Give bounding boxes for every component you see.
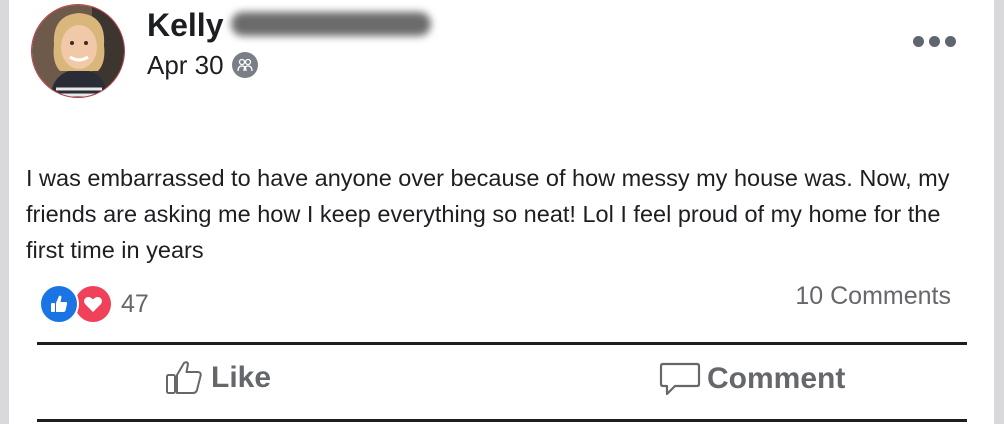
- more-dot-icon: [945, 36, 956, 47]
- more-dot-icon: [929, 36, 940, 47]
- post-meta: Apr 30: [147, 50, 258, 80]
- comment-label: Comment: [707, 362, 846, 395]
- love-reaction-icon: [73, 284, 113, 324]
- redacted-surname: [231, 12, 431, 36]
- like-reaction-icon: [39, 284, 79, 324]
- author-header: Kelly: [147, 6, 431, 46]
- divider: [37, 342, 967, 345]
- post-card: Kelly Apr 30 I was embarrassed to have a…: [9, 0, 994, 424]
- speech-bubble-icon: [659, 362, 701, 396]
- post-date[interactable]: Apr 30: [147, 50, 224, 80]
- avatar[interactable]: [31, 4, 125, 98]
- more-dot-icon: [913, 36, 924, 47]
- more-options-button[interactable]: [913, 36, 956, 47]
- author-name[interactable]: Kelly: [147, 7, 223, 43]
- comment-button[interactable]: Comment: [659, 360, 845, 398]
- reactions-summary[interactable]: 47: [39, 284, 149, 324]
- thumbs-up-icon: [166, 361, 202, 394]
- reaction-count: 47: [121, 289, 149, 318]
- post-text: I was embarrassed to have anyone over be…: [26, 165, 950, 263]
- comments-count-link[interactable]: 10 Comments: [795, 282, 951, 311]
- friends-icon: [231, 52, 258, 78]
- like-label: Like: [211, 361, 272, 394]
- like-button[interactable]: Like: [165, 360, 271, 396]
- divider: [37, 419, 967, 422]
